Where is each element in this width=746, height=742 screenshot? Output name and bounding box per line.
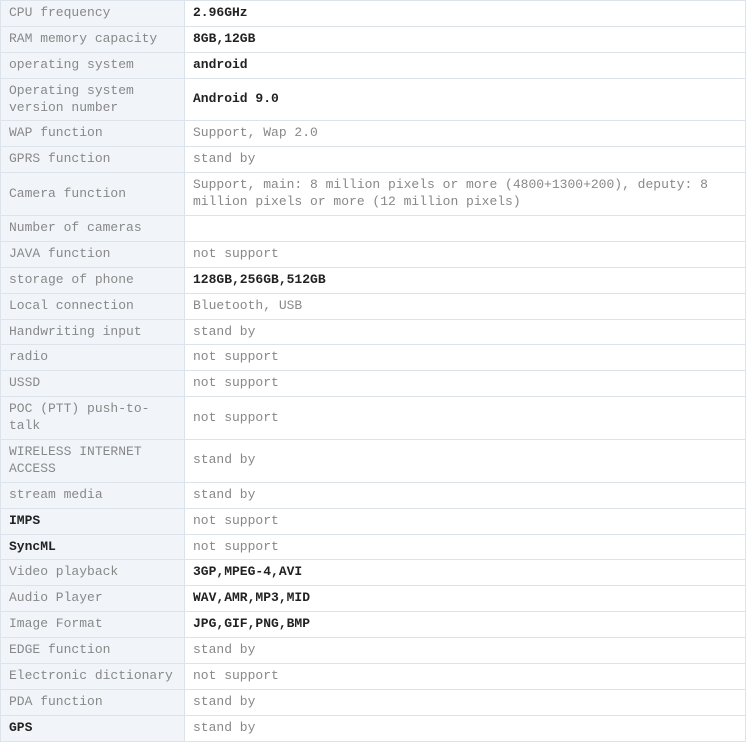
table-row: Video playback3GP,MPEG-4,AVI bbox=[1, 560, 746, 586]
spec-value: not support bbox=[185, 508, 746, 534]
specs-tbody: CPU frequency2.96GHzRAM memory capacity8… bbox=[1, 1, 746, 742]
spec-value: 8GB,12GB bbox=[185, 26, 746, 52]
spec-label: JAVA function bbox=[1, 241, 185, 267]
table-row: radionot support bbox=[1, 345, 746, 371]
spec-value: WAV,AMR,MP3,MID bbox=[185, 586, 746, 612]
table-row: EDGE functionstand by bbox=[1, 638, 746, 664]
table-row: WIRELESS INTERNET ACCESSstand by bbox=[1, 440, 746, 483]
spec-value: Support, main: 8 million pixels or more … bbox=[185, 173, 746, 216]
spec-value: 128GB,256GB,512GB bbox=[185, 267, 746, 293]
table-row: Number of cameras bbox=[1, 216, 746, 242]
spec-label: Operating system version number bbox=[1, 78, 185, 121]
table-row: Local connectionBluetooth, USB bbox=[1, 293, 746, 319]
spec-value: not support bbox=[185, 371, 746, 397]
spec-label: operating system bbox=[1, 52, 185, 78]
spec-label: Local connection bbox=[1, 293, 185, 319]
spec-label: Handwriting input bbox=[1, 319, 185, 345]
spec-value: Support, Wap 2.0 bbox=[185, 121, 746, 147]
table-row: GPSstand by bbox=[1, 715, 746, 741]
spec-value: 2.96GHz bbox=[185, 1, 746, 27]
spec-label: stream media bbox=[1, 482, 185, 508]
table-row: SyncMLnot support bbox=[1, 534, 746, 560]
table-row: WAP functionSupport, Wap 2.0 bbox=[1, 121, 746, 147]
spec-label: GPRS function bbox=[1, 147, 185, 173]
table-row: RAM memory capacity8GB,12GB bbox=[1, 26, 746, 52]
spec-value: not support bbox=[185, 534, 746, 560]
spec-label: Video playback bbox=[1, 560, 185, 586]
table-row: Handwriting inputstand by bbox=[1, 319, 746, 345]
spec-value: JPG,GIF,PNG,BMP bbox=[185, 612, 746, 638]
table-row: Audio PlayerWAV,AMR,MP3,MID bbox=[1, 586, 746, 612]
table-row: GPRS functionstand by bbox=[1, 147, 746, 173]
table-row: Camera functionSupport, main: 8 million … bbox=[1, 173, 746, 216]
spec-value: not support bbox=[185, 345, 746, 371]
spec-label: storage of phone bbox=[1, 267, 185, 293]
spec-value: not support bbox=[185, 664, 746, 690]
spec-value: stand by bbox=[185, 147, 746, 173]
spec-value: stand by bbox=[185, 482, 746, 508]
table-row: stream mediastand by bbox=[1, 482, 746, 508]
spec-label: POC (PTT) push-to-talk bbox=[1, 397, 185, 440]
spec-label: radio bbox=[1, 345, 185, 371]
spec-value: Android 9.0 bbox=[185, 78, 746, 121]
table-row: JAVA functionnot support bbox=[1, 241, 746, 267]
spec-value: not support bbox=[185, 397, 746, 440]
spec-label: Camera function bbox=[1, 173, 185, 216]
spec-label: USSD bbox=[1, 371, 185, 397]
spec-label: SyncML bbox=[1, 534, 185, 560]
table-row: storage of phone128GB,256GB,512GB bbox=[1, 267, 746, 293]
spec-value: stand by bbox=[185, 319, 746, 345]
table-row: Image FormatJPG,GIF,PNG,BMP bbox=[1, 612, 746, 638]
spec-value bbox=[185, 216, 746, 242]
spec-label: Audio Player bbox=[1, 586, 185, 612]
spec-label: PDA function bbox=[1, 689, 185, 715]
spec-label: WIRELESS INTERNET ACCESS bbox=[1, 440, 185, 483]
spec-label: IMPS bbox=[1, 508, 185, 534]
spec-value: stand by bbox=[185, 638, 746, 664]
spec-label: Image Format bbox=[1, 612, 185, 638]
spec-value: Bluetooth, USB bbox=[185, 293, 746, 319]
table-row: operating systemandroid bbox=[1, 52, 746, 78]
table-row: IMPSnot support bbox=[1, 508, 746, 534]
spec-label: EDGE function bbox=[1, 638, 185, 664]
table-row: USSDnot support bbox=[1, 371, 746, 397]
table-row: PDA functionstand by bbox=[1, 689, 746, 715]
spec-value: stand by bbox=[185, 440, 746, 483]
spec-value: android bbox=[185, 52, 746, 78]
table-row: POC (PTT) push-to-talknot support bbox=[1, 397, 746, 440]
spec-label: WAP function bbox=[1, 121, 185, 147]
spec-label: Electronic dictionary bbox=[1, 664, 185, 690]
spec-label: RAM memory capacity bbox=[1, 26, 185, 52]
spec-value: stand by bbox=[185, 715, 746, 741]
spec-label: Number of cameras bbox=[1, 216, 185, 242]
table-row: CPU frequency2.96GHz bbox=[1, 1, 746, 27]
table-row: Electronic dictionarynot support bbox=[1, 664, 746, 690]
spec-label: GPS bbox=[1, 715, 185, 741]
table-row: Operating system version numberAndroid 9… bbox=[1, 78, 746, 121]
specs-table: CPU frequency2.96GHzRAM memory capacity8… bbox=[0, 0, 746, 742]
spec-value: not support bbox=[185, 241, 746, 267]
spec-label: CPU frequency bbox=[1, 1, 185, 27]
spec-value: stand by bbox=[185, 689, 746, 715]
spec-value: 3GP,MPEG-4,AVI bbox=[185, 560, 746, 586]
